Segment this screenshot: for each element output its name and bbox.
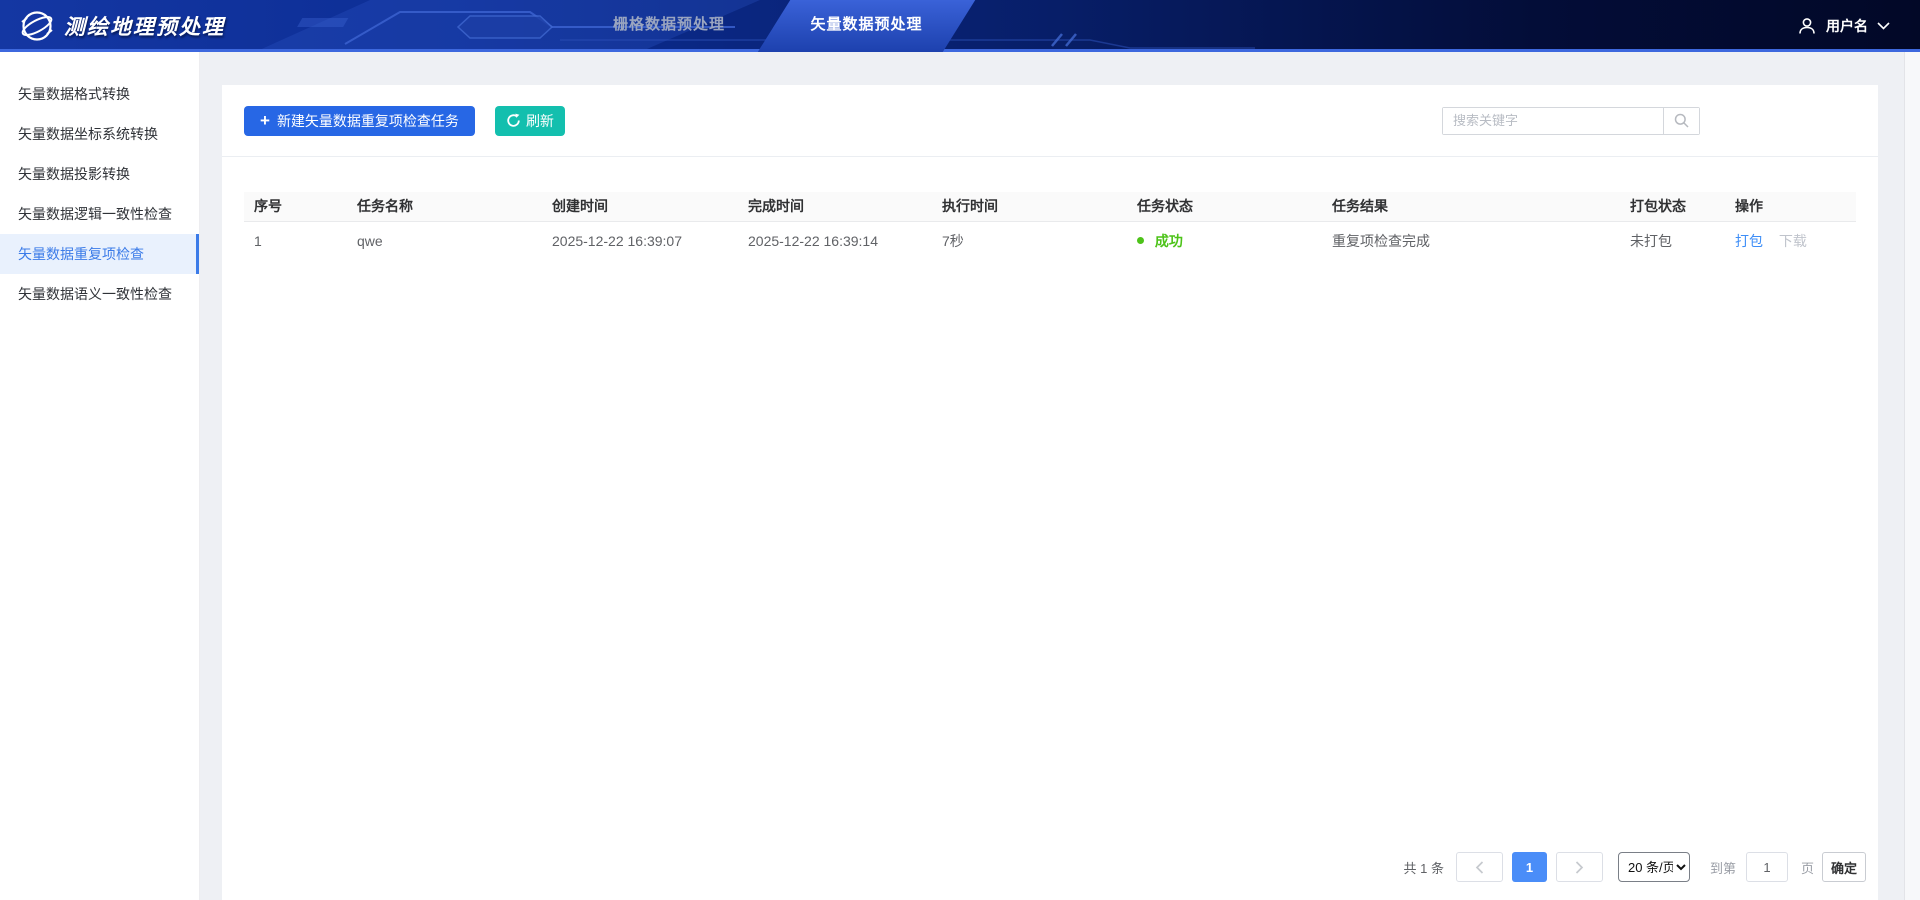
refresh-button-label: 刷新	[526, 111, 554, 131]
cell-finished-time: 2025-12-22 16:39:14	[738, 221, 932, 260]
app-logo: 测绘地理预处理	[20, 0, 225, 52]
pagination-total: 共 1 条	[1404, 858, 1444, 877]
cell-created-time: 2025-12-22 16:39:07	[542, 221, 738, 260]
cell-duration: 7秒	[932, 221, 1127, 260]
column-header-pack-status: 打包状态	[1620, 192, 1725, 221]
goto-page-input[interactable]	[1746, 852, 1788, 882]
tab-vector-preprocessing[interactable]: 矢量数据预处理	[774, 0, 959, 52]
column-header-status: 任务状态	[1127, 192, 1322, 221]
task-table: 序号 任务名称 创建时间 完成时间 执行时间 任务状态 任务结果 打包状态 操作…	[244, 192, 1856, 260]
sidebar: 矢量数据格式转换 矢量数据坐标系统转换 矢量数据投影转换 矢量数据逻辑一致性检查…	[0, 52, 200, 900]
goto-page-suffix: 页	[1801, 858, 1814, 877]
page-size-select[interactable]: 20 条/页	[1618, 852, 1690, 882]
goto-page-prefix: 到第	[1710, 858, 1736, 877]
sidebar-item-semantic-consistency-check[interactable]: 矢量数据语义一致性检查	[0, 274, 199, 314]
refresh-icon	[506, 113, 521, 128]
app-header: 测绘地理预处理 栅格数据预处理 矢量数据预处理 用户名	[0, 0, 1920, 52]
toolbar: + 新建矢量数据重复项检查任务 刷新	[222, 85, 1878, 157]
page-number-button[interactable]: 1	[1512, 852, 1547, 882]
main-area: + 新建矢量数据重复项检查任务 刷新	[200, 52, 1920, 900]
sidebar-item-logic-consistency-check[interactable]: 矢量数据逻辑一致性检查	[0, 194, 199, 234]
cell-status: 成功	[1127, 221, 1322, 260]
status-success-label: 成功	[1155, 233, 1183, 249]
user-icon	[1797, 16, 1817, 36]
chevron-left-icon	[1475, 861, 1484, 874]
search-input[interactable]	[1443, 108, 1663, 134]
cell-pack-status: 未打包	[1620, 221, 1725, 260]
column-header-created-time: 创建时间	[542, 192, 738, 221]
search-button[interactable]	[1663, 108, 1699, 134]
column-header-index: 序号	[244, 192, 347, 221]
sidebar-item-format-conversion[interactable]: 矢量数据格式转换	[0, 74, 199, 114]
status-success-dot-icon	[1137, 237, 1144, 244]
user-name: 用户名	[1826, 16, 1868, 36]
pagination: 共 1 条 1 20 条/页 到第 页 确定	[1404, 852, 1867, 882]
new-task-button-label: 新建矢量数据重复项检查任务	[277, 111, 459, 131]
search-box	[1442, 107, 1700, 135]
cell-task-name: qwe	[347, 221, 542, 260]
download-action-link[interactable]: 下载	[1779, 233, 1807, 249]
cell-index: 1	[244, 221, 347, 260]
table-header-row: 序号 任务名称 创建时间 完成时间 执行时间 任务状态 任务结果 打包状态 操作	[244, 192, 1856, 221]
pack-action-link[interactable]: 打包	[1735, 233, 1763, 249]
sidebar-item-coordinate-conversion[interactable]: 矢量数据坐标系统转换	[0, 114, 199, 154]
column-header-task-name: 任务名称	[347, 192, 542, 221]
task-table-wrap: 序号 任务名称 创建时间 完成时间 执行时间 任务状态 任务结果 打包状态 操作…	[222, 157, 1878, 260]
search-icon	[1674, 113, 1689, 128]
column-header-finished-time: 完成时间	[738, 192, 932, 221]
new-task-button[interactable]: + 新建矢量数据重复项检查任务	[244, 106, 475, 136]
cell-actions: 打包 下载	[1725, 221, 1856, 260]
scrollbar-track[interactable]	[1904, 52, 1920, 900]
content-panel: + 新建矢量数据重复项检查任务 刷新	[222, 85, 1878, 900]
chevron-down-icon	[1877, 22, 1890, 30]
chevron-right-icon	[1575, 861, 1584, 874]
column-header-actions: 操作	[1725, 192, 1856, 221]
column-header-duration: 执行时间	[932, 192, 1127, 221]
column-header-result: 任务结果	[1322, 192, 1620, 221]
table-row: 1 qwe 2025-12-22 16:39:07 2025-12-22 16:…	[244, 221, 1856, 260]
sidebar-item-duplicate-check[interactable]: 矢量数据重复项检查	[0, 234, 199, 274]
sidebar-item-projection-conversion[interactable]: 矢量数据投影转换	[0, 154, 199, 194]
app-title: 测绘地理预处理	[64, 11, 225, 41]
goto-confirm-button[interactable]: 确定	[1822, 852, 1866, 882]
tab-raster-preprocessing[interactable]: 栅格数据预处理	[585, 0, 753, 52]
cell-result: 重复项检查完成	[1322, 221, 1620, 260]
next-page-button[interactable]	[1556, 852, 1603, 882]
prev-page-button[interactable]	[1456, 852, 1503, 882]
refresh-button[interactable]: 刷新	[495, 106, 565, 136]
logo-globe-icon	[20, 9, 54, 43]
plus-icon: +	[260, 112, 270, 129]
user-menu[interactable]: 用户名	[1797, 0, 1890, 52]
